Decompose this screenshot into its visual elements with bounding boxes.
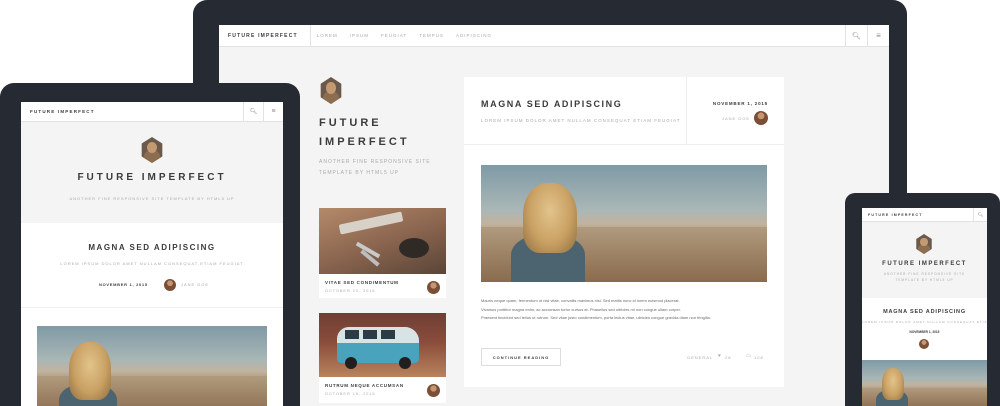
main-post-body: Mauris neque quam, fermentum ut nisl vit…	[481, 297, 771, 323]
phone-post-author-avatar[interactable]	[919, 339, 929, 349]
search-icon[interactable]: 🔍︎	[243, 102, 263, 121]
main-post-meta: NOVEMBER 1, 2015 JANE DOE	[686, 77, 784, 145]
site-tagline-line1: ANOTHER FINE RESPONSIVE SITE	[319, 159, 431, 165]
main-post-author[interactable]: JANE DOE	[722, 116, 750, 121]
tablet-site-title-line1: FUTURE	[77, 172, 136, 183]
tablet-post-author-avatar[interactable]	[164, 279, 176, 291]
tablet-post-title[interactable]: MAGNA SED ADIPISCING	[21, 243, 283, 252]
phone-post-subtitle: LOREM IPSUM DOLOR AMET NULLAM CONSEQUAT …	[862, 320, 987, 324]
tablet-site-title: FUTURE IMPERFECT	[21, 172, 283, 183]
mini-post-2-title[interactable]: RUTRUM NEQUE ACCUMSAN	[325, 383, 404, 388]
site-tagline-line2: TEMPLATE BY HTML5 UP	[319, 170, 400, 176]
phone-screen: FUTURE IMPERFECT 🔍︎ FUTURE IMPERFECT ANO…	[862, 208, 987, 406]
mini-post-1-author-avatar[interactable]	[427, 281, 440, 294]
tablet-post-date: NOVEMBER 1, 2015	[99, 282, 148, 287]
phone-tagline-line2: TEMPLATE BY HTML5 UP	[895, 278, 954, 282]
main-post-body-line1: Mauris neque quam, fermentum ut nisl vit…	[481, 298, 680, 303]
nav-link-lorem[interactable]: LOREM	[317, 33, 338, 38]
main-post-category[interactable]: GENERAL	[687, 355, 713, 360]
tablet-site-tagline: ANOTHER FINE RESPONSIVE SITE TEMPLATE BY…	[69, 196, 235, 201]
phone-post-date: NOVEMBER 1, 2015	[909, 330, 940, 334]
tablet-post-image[interactable]	[37, 326, 267, 406]
site-logo-avatar[interactable]	[320, 77, 342, 104]
phone-navbar: FUTURE IMPERFECT 🔍︎	[862, 208, 987, 222]
main-post-date: NOVEMBER 1, 2015	[712, 101, 768, 106]
mini-post-1-image[interactable]	[319, 208, 446, 274]
tablet-site-brand[interactable]: FUTURE IMPERFECT	[21, 109, 95, 114]
mini-post-2-image[interactable]	[319, 313, 446, 377]
mini-post-1[interactable]: VITAE SED CONDIMENTUM OCTOBER 20, 2015	[319, 208, 446, 298]
nav-link-ipsum[interactable]: IPSUM	[350, 33, 369, 38]
tablet-main-post: MAGNA SED ADIPISCING LOREM IPSUM DOLOR A…	[21, 223, 283, 406]
mini-post-1-title[interactable]: VITAE SED CONDIMENTUM	[325, 280, 399, 285]
main-post-author-avatar[interactable]	[754, 111, 768, 125]
nav-link-adipiscing[interactable]: ADIPISCING	[456, 33, 492, 38]
desktop-navbar: FUTURE IMPERFECT LOREM IPSUM FEUGIAT TEM…	[219, 25, 889, 47]
phone-main-post: MAGNA SED ADIPISCING LOREM IPSUM DOLOR A…	[862, 298, 987, 406]
desktop-nav-tools: 🔍︎ ≡	[845, 25, 889, 46]
continue-reading-button[interactable]: CONTINUE READING	[481, 348, 561, 366]
mini-post-1-date: OCTOBER 20, 2015	[325, 289, 376, 293]
tablet-post-subtitle: LOREM IPSUM DOLOR AMET NULLAM CONSEQUAT …	[60, 261, 244, 266]
main-post-image[interactable]	[481, 165, 767, 282]
phone-post-image[interactable]	[862, 360, 987, 406]
main-post-body-line3: Praesent tincidunt sed tellus ut rutrum.…	[481, 315, 711, 320]
phone-post-title[interactable]: MAGNA SED ADIPISCING	[862, 309, 987, 315]
main-post: MAGNA SED ADIPISCING LOREM IPSUM DOLOR A…	[464, 77, 784, 387]
heart-icon[interactable]: ♥	[718, 353, 721, 359]
comment-icon[interactable]: ▭	[746, 353, 751, 359]
desktop-screen: FUTURE IMPERFECT LOREM IPSUM FEUGIAT TEM…	[219, 25, 889, 406]
tablet-post-divider	[21, 307, 283, 308]
tablet-site-title-line2: IMPERFECT	[141, 172, 227, 183]
tablet-nav-tools: 🔍︎ ≡	[243, 102, 283, 121]
search-icon[interactable]: 🔍︎	[845, 25, 867, 46]
phone-site-title: FUTURE IMPERFECT	[862, 261, 987, 267]
main-post-likes[interactable]: 28	[725, 355, 731, 360]
nav-link-tempus[interactable]: TEMPUS	[419, 33, 444, 38]
main-post-comments[interactable]: 128	[754, 355, 764, 360]
tablet-site-logo-avatar[interactable]	[141, 137, 163, 163]
nav-link-feugiat[interactable]: FEUGIAT	[381, 33, 407, 38]
mini-post-2-author-avatar[interactable]	[427, 384, 440, 397]
site-title-line1: FUTURE	[319, 117, 382, 129]
phone-tagline-line1: ANOTHER FINE RESPONSIVE SITE	[883, 272, 966, 276]
phone-site-brand[interactable]: FUTURE IMPERFECT	[862, 213, 923, 217]
tablet-post-author[interactable]: JANE DOE	[181, 282, 209, 287]
phone-site-title-line2: IMPERFECT	[918, 261, 967, 267]
main-post-title[interactable]: MAGNA SED ADIPISCING	[481, 99, 622, 109]
menu-icon[interactable]: ≡	[867, 25, 889, 46]
tablet-screen: FUTURE IMPERFECT 🔍︎ ≡ FUTURE IMPERFECT A…	[21, 102, 283, 406]
mini-post-2[interactable]: RUTRUM NEQUE ACCUMSAN OCTOBER 19, 2015	[319, 313, 446, 403]
phone-site-title-line1: FUTURE	[882, 261, 916, 267]
mini-post-2-date: OCTOBER 19, 2015	[325, 392, 376, 396]
tablet-navbar: FUTURE IMPERFECT 🔍︎ ≡	[21, 102, 283, 122]
site-brand[interactable]: FUTURE IMPERFECT	[219, 25, 311, 47]
desktop-nav-links: LOREM IPSUM FEUGIAT TEMPUS ADIPISCING	[311, 33, 492, 38]
menu-icon[interactable]: ≡	[263, 102, 283, 121]
main-post-header: MAGNA SED ADIPISCING LOREM IPSUM DOLOR A…	[464, 77, 784, 145]
search-icon[interactable]: 🔍︎	[973, 208, 987, 221]
main-post-subtitle: LOREM IPSUM DOLOR AMET NULLAM CONSEQUAT …	[481, 118, 681, 123]
site-title-line2: IMPERFECT	[319, 136, 410, 148]
phone-nav-tools: 🔍︎	[973, 208, 987, 221]
main-post-body-line2: Vivamus porttitor magna enim, ac accumsa…	[481, 306, 681, 312]
device-showcase: FUTURE IMPERFECT LOREM IPSUM FEUGIAT TEM…	[0, 0, 1000, 406]
phone-site-logo-avatar[interactable]	[916, 234, 932, 254]
